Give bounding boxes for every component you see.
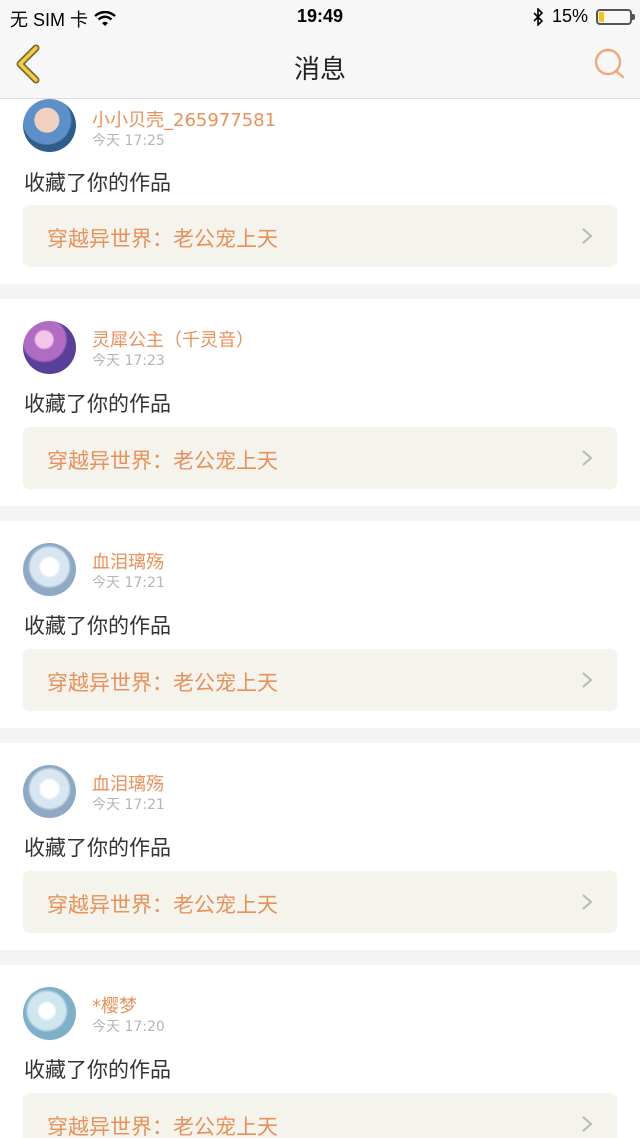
message-list[interactable]: 小小贝壳_265977581 今天 17:25 收藏了你的作品 穿越异世界：老公…	[0, 99, 640, 1138]
message-username[interactable]: 血泪璃殇	[92, 770, 164, 796]
battery-icon	[596, 8, 635, 25]
work-link[interactable]: 穿越异世界：老公宠上天	[23, 205, 617, 267]
message-action: 收藏了你的作品	[24, 171, 171, 195]
battery-level	[599, 11, 604, 22]
message-time: 今天 17:20	[92, 1019, 165, 1035]
message-time: 今天 17:21	[92, 797, 165, 813]
work-link[interactable]: 穿越异世界：老公宠上天	[23, 649, 617, 711]
message-action: 收藏了你的作品	[24, 392, 171, 416]
chevron-right-icon	[582, 672, 593, 688]
message-username[interactable]: 小小贝壳_265977581	[92, 106, 276, 132]
work-link[interactable]: 穿越异世界：老公宠上天	[23, 1093, 617, 1138]
message-action: 收藏了你的作品	[24, 1058, 171, 1082]
avatar[interactable]	[23, 99, 76, 152]
message-item[interactable]: 血泪璃殇 今天 17:21 收藏了你的作品 穿越异世界：老公宠上天	[0, 521, 640, 728]
battery-percent: 15%	[551, 6, 588, 26]
bluetooth-icon	[533, 7, 544, 26]
work-title: 穿越异世界：老公宠上天	[47, 1115, 278, 1138]
avatar[interactable]	[23, 321, 76, 374]
message-username[interactable]: 灵犀公主（千灵音）	[92, 326, 254, 352]
message-item[interactable]: 血泪璃殇 今天 17:21 收藏了你的作品 穿越异世界：老公宠上天	[0, 743, 640, 950]
message-time: 今天 17:21	[92, 575, 165, 591]
chevron-right-icon	[582, 450, 593, 466]
message-action: 收藏了你的作品	[24, 836, 171, 860]
chevron-right-icon	[582, 1116, 593, 1132]
navigation-bar: 消息	[0, 32, 640, 99]
chevron-right-icon	[582, 894, 593, 910]
work-link[interactable]: 穿越异世界：老公宠上天	[23, 871, 617, 933]
message-item[interactable]: 小小贝壳_265977581 今天 17:25 收藏了你的作品 穿越异世界：老公…	[0, 99, 640, 284]
work-title: 穿越异世界：老公宠上天	[47, 227, 278, 251]
search-icon	[594, 48, 625, 79]
message-username[interactable]: *樱梦	[92, 992, 137, 1018]
message-username[interactable]: 血泪璃殇	[92, 548, 164, 574]
page-title: 消息	[293, 55, 346, 85]
work-title: 穿越异世界：老公宠上天	[47, 449, 278, 473]
avatar[interactable]	[23, 543, 76, 596]
work-title: 穿越异世界：老公宠上天	[47, 893, 278, 917]
message-time: 今天 17:23	[92, 353, 165, 369]
status-right: 15%	[532, 6, 635, 27]
avatar[interactable]	[23, 987, 76, 1040]
avatar[interactable]	[23, 765, 76, 818]
message-time: 今天 17:25	[92, 133, 165, 149]
search-button[interactable]	[592, 46, 628, 82]
work-link[interactable]: 穿越异世界：老公宠上天	[23, 427, 617, 489]
work-title: 穿越异世界：老公宠上天	[47, 671, 278, 695]
message-action: 收藏了你的作品	[24, 614, 171, 638]
message-item[interactable]: *樱梦 今天 17:20 收藏了你的作品 穿越异世界：老公宠上天	[0, 965, 640, 1138]
status-bar: 无 SIM 卡 19:49 15%	[0, 0, 640, 32]
chevron-right-icon	[582, 228, 593, 244]
message-item[interactable]: 灵犀公主（千灵音） 今天 17:23 收藏了你的作品 穿越异世界：老公宠上天	[0, 299, 640, 506]
